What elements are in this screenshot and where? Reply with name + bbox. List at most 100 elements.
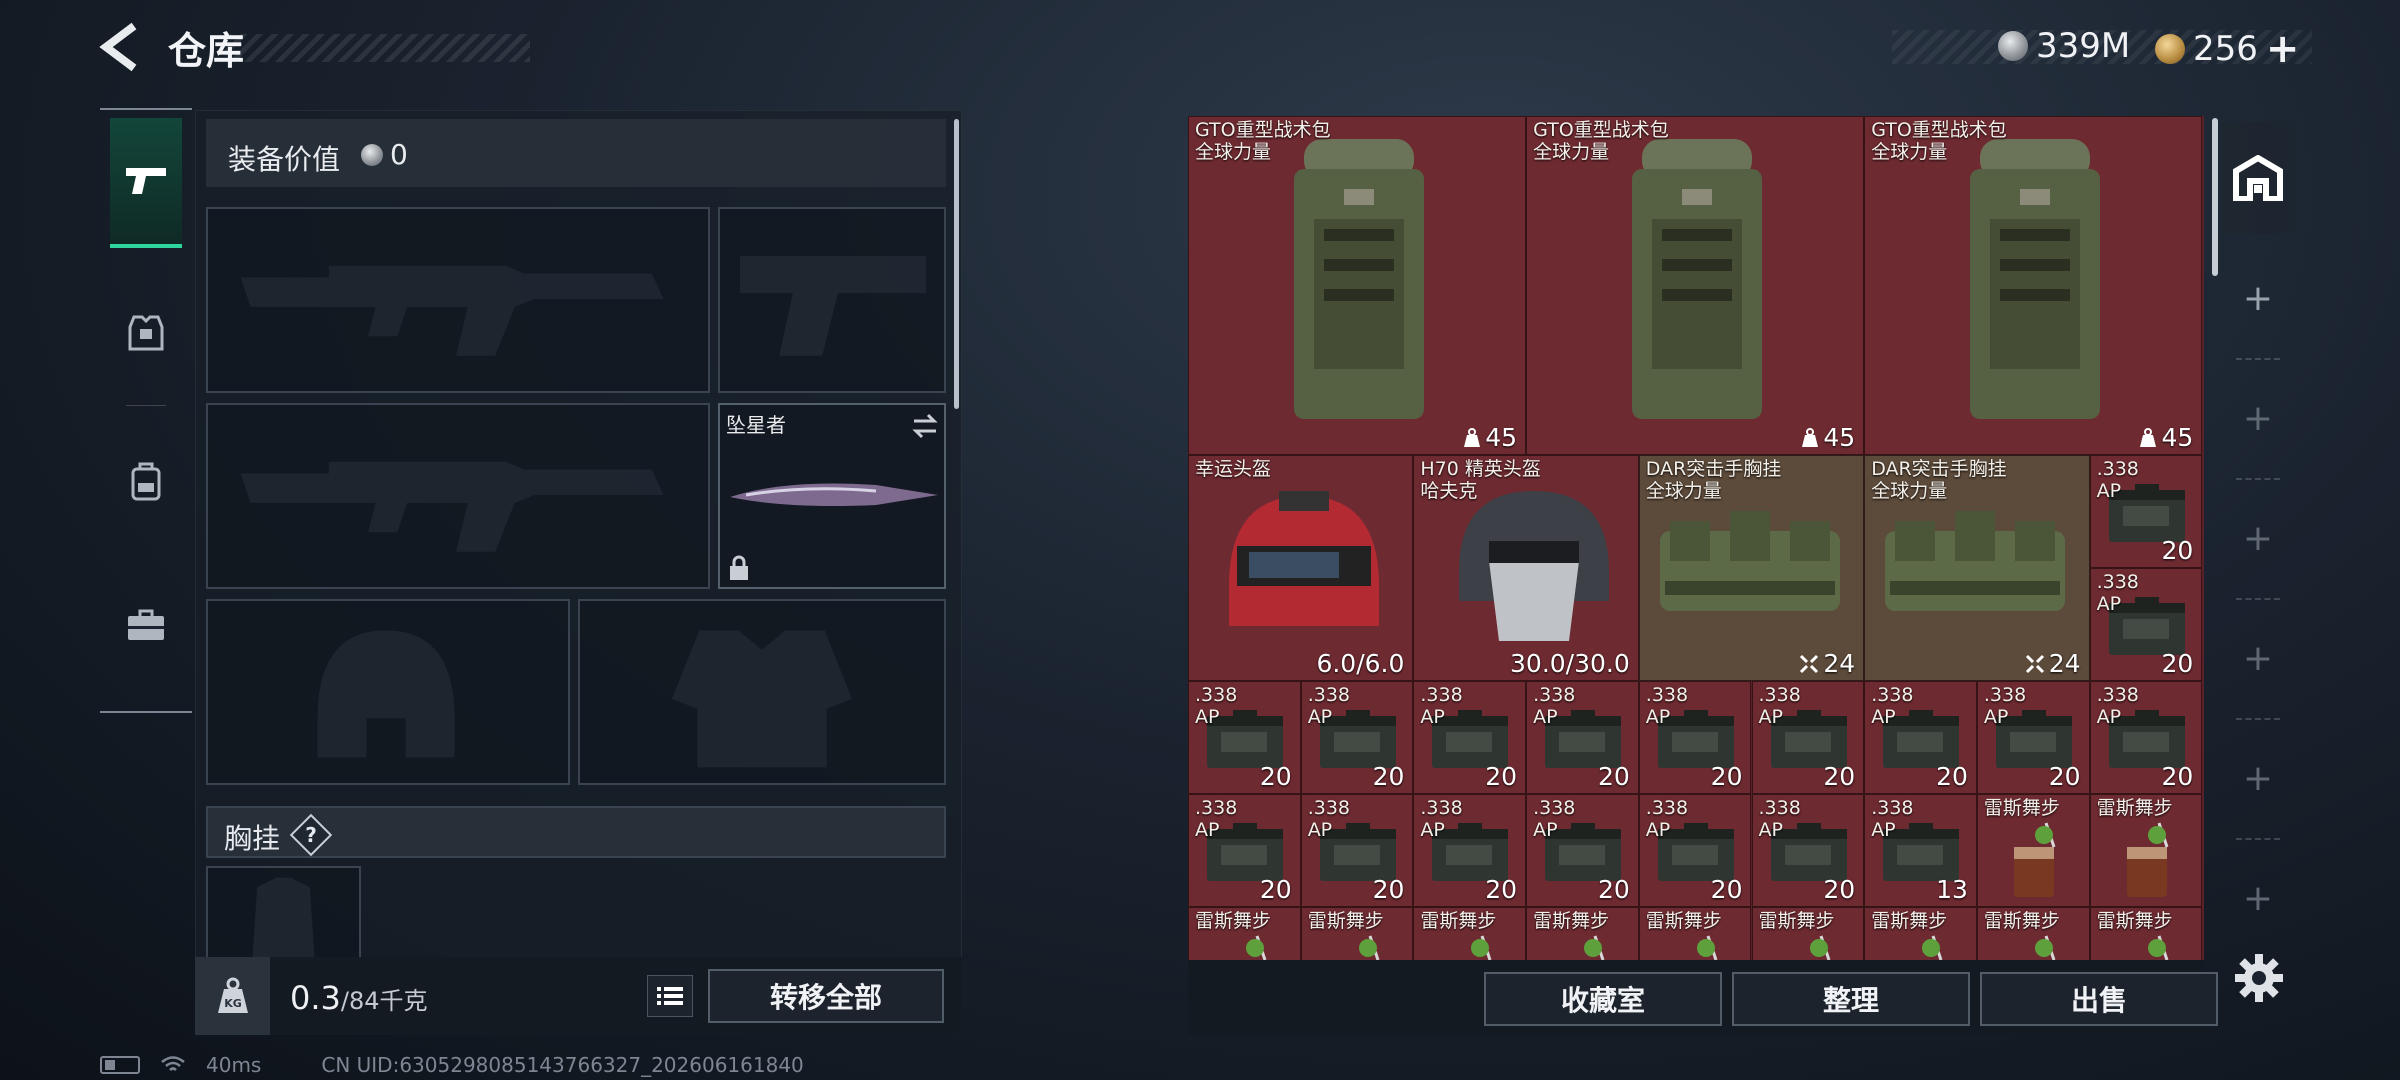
chest-rig-item[interactable]: DAR突击手胸挂 全球力量 24 xyxy=(1864,455,2090,681)
ammo-item[interactable]: .338 AP 20 xyxy=(1526,794,1639,907)
item-name: 雷斯舞步 xyxy=(1533,910,1610,932)
item-quantity-value: 20 xyxy=(1372,762,1405,791)
ammo-item[interactable]: .338 AP 20 xyxy=(1751,794,1865,907)
ammo-item[interactable]: .338 AP 20 xyxy=(1300,794,1414,907)
ammo-item[interactable]: .338 AP 20 xyxy=(2089,681,2203,794)
collection-room-button[interactable]: 收藏室 xyxy=(1484,972,1722,1026)
item-quantity-value: 24 xyxy=(2048,649,2081,678)
add-stash-tab-button[interactable]: + xyxy=(2222,842,2294,954)
item-name: 雷斯舞步 xyxy=(2096,910,2173,932)
drink-item[interactable]: 雷斯舞步 xyxy=(1300,907,1414,960)
nav-item-weapons[interactable] xyxy=(110,118,182,248)
drink-item[interactable]: 雷斯舞步 xyxy=(1188,907,1301,960)
equipment-scrollbar[interactable] xyxy=(954,119,959,409)
wifi-icon xyxy=(161,1056,185,1071)
item-quantity: 20 xyxy=(1260,762,1292,791)
ammo-item[interactable]: .338 AP 20 xyxy=(2089,455,2203,568)
item-quantity-value: 20 xyxy=(1259,875,1292,904)
item-quantity-value: 20 xyxy=(1485,875,1518,904)
item-name: .338 AP xyxy=(1533,684,1576,728)
item-quantity-value: 30.0/30.0 xyxy=(1510,649,1630,678)
item-name: .338 AP xyxy=(2096,684,2139,728)
organize-button[interactable]: 整理 xyxy=(1732,972,1970,1026)
item-name: .338 AP xyxy=(1420,797,1463,841)
secondary-weapon-slot[interactable] xyxy=(206,403,710,589)
ammo-item[interactable]: .338 AP 20 xyxy=(1638,681,1752,794)
ammo-item[interactable]: .338 AP 20 xyxy=(1300,681,1414,794)
nav-item-backpack[interactable] xyxy=(110,416,182,546)
drink-item[interactable]: 雷斯舞步 xyxy=(1864,907,1977,960)
equipment-value-header: 装备价值 0 xyxy=(206,119,946,187)
stash-tab-main[interactable] xyxy=(2222,122,2294,234)
nav-item-case[interactable] xyxy=(110,560,182,690)
ammo-item[interactable]: .338 AP 20 xyxy=(1976,681,2090,794)
body-armor-slot[interactable] xyxy=(578,599,946,785)
item-quantity: 24 xyxy=(2025,649,2081,678)
ammo-item[interactable]: .338 AP 20 xyxy=(1413,794,1527,907)
add-stash-tab-button[interactable]: + xyxy=(2222,362,2294,474)
item-quantity: 20 xyxy=(2161,762,2193,791)
tab-divider xyxy=(2236,838,2280,840)
item-quantity-value: 20 xyxy=(2161,536,2194,565)
drink-item[interactable]: 雷斯舞步 xyxy=(1976,907,2090,960)
add-currency-icon[interactable]: + xyxy=(2266,26,2300,72)
ammo-item[interactable]: .338 AP 20 xyxy=(1864,681,1977,794)
item-quantity-value: 45 xyxy=(2161,423,2194,452)
item-name: .338 AP xyxy=(1871,797,1914,841)
backpack-item[interactable]: GTO重型战术包 全球力量 45 xyxy=(1864,116,2203,455)
drink-item[interactable]: 雷斯舞步 xyxy=(1976,794,2090,907)
add-stash-tab-button[interactable]: + xyxy=(2222,482,2294,594)
ammo-item[interactable]: .338 AP 13 xyxy=(1864,794,1977,907)
page-title: 仓库 xyxy=(168,29,245,73)
item-quantity-value: 13 xyxy=(1936,875,1968,904)
ammo-item[interactable]: .338 AP 20 xyxy=(1188,681,1301,794)
item-name: 雷斯舞步 xyxy=(1420,910,1497,932)
add-stash-tab-button[interactable]: + xyxy=(2222,722,2294,834)
swap-icon[interactable] xyxy=(910,413,940,439)
add-stash-tab-button[interactable]: + xyxy=(2222,602,2294,714)
drink-item[interactable]: 雷斯舞步 xyxy=(1751,907,1865,960)
drink-item[interactable]: 雷斯舞步 xyxy=(1413,907,1527,960)
helmet-item[interactable]: H70 精英头盔 哈夫克 30.0/30.0 xyxy=(1413,455,1639,681)
ammo-item[interactable]: .338 AP 20 xyxy=(1638,794,1752,907)
stash-scrollbar[interactable] xyxy=(2212,118,2218,276)
list-view-button[interactable] xyxy=(647,975,693,1017)
armor-silhouette-icon xyxy=(671,630,853,768)
helmet-slot[interactable] xyxy=(206,599,570,785)
drink-item[interactable]: 雷斯舞步 xyxy=(2089,907,2203,960)
primary-weapon-slot[interactable] xyxy=(206,207,710,393)
ammo-item[interactable]: .338 AP 20 xyxy=(1526,681,1639,794)
ammo-item[interactable]: .338 AP 20 xyxy=(1188,794,1301,907)
weight-icon-box: KG xyxy=(195,957,270,1035)
chest-rig-slot[interactable] xyxy=(206,866,361,961)
help-icon[interactable]: ? xyxy=(289,813,333,857)
item-quantity: 6.0/6.0 xyxy=(1316,649,1404,678)
item-name: .338 AP xyxy=(1645,797,1689,841)
nav-item-armor[interactable] xyxy=(110,268,182,398)
item-quantity: 20 xyxy=(1260,875,1292,904)
drink-item[interactable]: 雷斯舞步 xyxy=(1526,907,1639,960)
item-quantity-value: 20 xyxy=(1485,762,1518,791)
item-name: .338 AP xyxy=(1758,797,1801,841)
settings-gear-icon[interactable] xyxy=(2233,952,2285,1004)
add-stash-tab-button[interactable]: + xyxy=(2222,242,2294,354)
transfer-all-button[interactable]: 转移全部 xyxy=(708,969,944,1023)
sell-button[interactable]: 出售 xyxy=(1980,972,2218,1026)
chest-rig-item[interactable]: DAR突击手胸挂 全球力量 24 xyxy=(1638,455,1865,681)
melee-slot[interactable]: 坠星者 xyxy=(718,403,946,589)
equipment-value-label: 装备价值 xyxy=(228,143,341,176)
item-quantity: 20 xyxy=(1598,762,1630,791)
backpack-item[interactable]: GTO重型战术包 全球力量 45 xyxy=(1188,116,1527,455)
ammo-item[interactable]: .338 AP 20 xyxy=(1751,681,1865,794)
gold-currency[interactable]: 256 + xyxy=(2155,26,2299,72)
backpack-item[interactable]: GTO重型战术包 全球力量 45 xyxy=(1526,116,1865,455)
helmet-item[interactable]: 幸运头盔 6.0/6.0 xyxy=(1188,455,1414,681)
pistol-slot[interactable] xyxy=(718,207,946,393)
back-arrow-icon[interactable] xyxy=(98,22,148,72)
item-name: DAR突击手胸挂 全球力量 xyxy=(1645,458,1782,502)
ammo-item[interactable]: .338 AP 20 xyxy=(1413,681,1527,794)
item-quantity: 13 xyxy=(1936,875,1968,904)
drink-item[interactable]: 雷斯舞步 xyxy=(2089,794,2203,907)
drink-item[interactable]: 雷斯舞步 xyxy=(1638,907,1752,960)
ammo-item[interactable]: .338 AP 20 xyxy=(2089,568,2203,681)
